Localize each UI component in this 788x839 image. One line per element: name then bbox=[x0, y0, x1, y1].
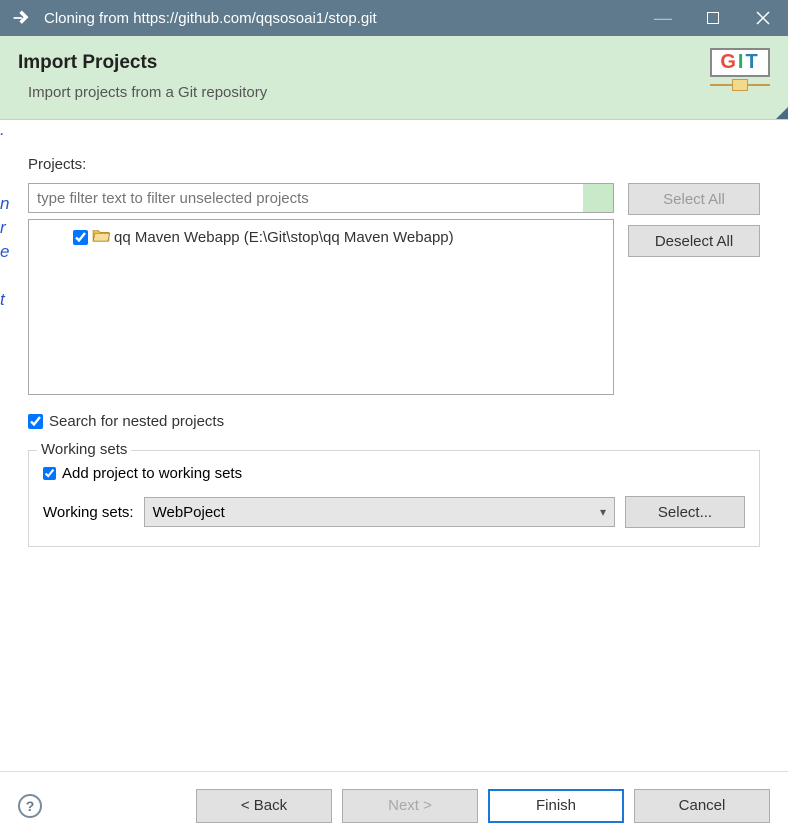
titlebar: Cloning from https://github.com/qqsosoai… bbox=[0, 0, 788, 36]
project-item-label: qq Maven Webapp (E:\Git\stop\qq Maven We… bbox=[114, 229, 454, 246]
working-sets-group: Working sets Add project to working sets… bbox=[28, 450, 760, 547]
search-nested-checkbox[interactable] bbox=[28, 414, 43, 429]
add-workingset-label: Add project to working sets bbox=[62, 465, 242, 482]
working-sets-value: WebPoject bbox=[153, 504, 225, 521]
working-sets-dropdown[interactable]: WebPoject ▾ bbox=[144, 497, 615, 527]
banner-subheading: Import projects from a Git repository bbox=[18, 84, 766, 101]
close-button[interactable] bbox=[738, 0, 788, 36]
wizard-content: Projects: qq Maven Webapp (E:\Git\stop\q… bbox=[0, 120, 788, 557]
help-icon[interactable]: ? bbox=[18, 794, 42, 818]
project-checkbox[interactable] bbox=[73, 230, 88, 245]
back-button[interactable]: < Back bbox=[196, 789, 332, 823]
git-icon: GIT bbox=[710, 48, 770, 89]
working-sets-label: Working sets: bbox=[43, 504, 134, 521]
wizard-banner: Import Projects Import projects from a G… bbox=[0, 36, 788, 120]
app-icon bbox=[10, 7, 32, 29]
minimize-button[interactable]: — bbox=[638, 0, 688, 36]
project-item[interactable]: qq Maven Webapp (E:\Git\stop\qq Maven We… bbox=[33, 226, 609, 248]
next-button[interactable]: Next > bbox=[342, 789, 478, 823]
finish-button[interactable]: Finish bbox=[488, 789, 624, 823]
add-workingset-row[interactable]: Add project to working sets bbox=[43, 465, 745, 482]
search-nested-label: Search for nested projects bbox=[49, 413, 224, 430]
projects-tree[interactable]: qq Maven Webapp (E:\Git\stop\qq Maven We… bbox=[28, 219, 614, 395]
working-sets-legend: Working sets bbox=[37, 441, 131, 458]
add-workingset-checkbox[interactable] bbox=[43, 467, 56, 480]
filter-hint-icon[interactable] bbox=[583, 184, 613, 212]
deselect-all-button[interactable]: Deselect All bbox=[628, 225, 760, 257]
folder-open-icon bbox=[92, 228, 110, 246]
window-title: Cloning from https://github.com/qqsosoai… bbox=[42, 10, 638, 27]
search-nested-row[interactable]: Search for nested projects bbox=[28, 413, 760, 430]
maximize-button[interactable] bbox=[688, 0, 738, 36]
select-workingset-button[interactable]: Select... bbox=[625, 496, 745, 528]
filter-input[interactable] bbox=[29, 184, 583, 212]
banner-heading: Import Projects bbox=[18, 52, 766, 74]
cancel-button[interactable]: Cancel bbox=[634, 789, 770, 823]
resize-corner-icon bbox=[776, 107, 788, 119]
projects-label: Projects: bbox=[28, 156, 760, 173]
chevron-down-icon: ▾ bbox=[600, 505, 606, 519]
wizard-footer: ? < Back Next > Finish Cancel bbox=[0, 771, 788, 839]
select-all-button[interactable]: Select All bbox=[628, 183, 760, 215]
filter-wrap bbox=[28, 183, 614, 213]
